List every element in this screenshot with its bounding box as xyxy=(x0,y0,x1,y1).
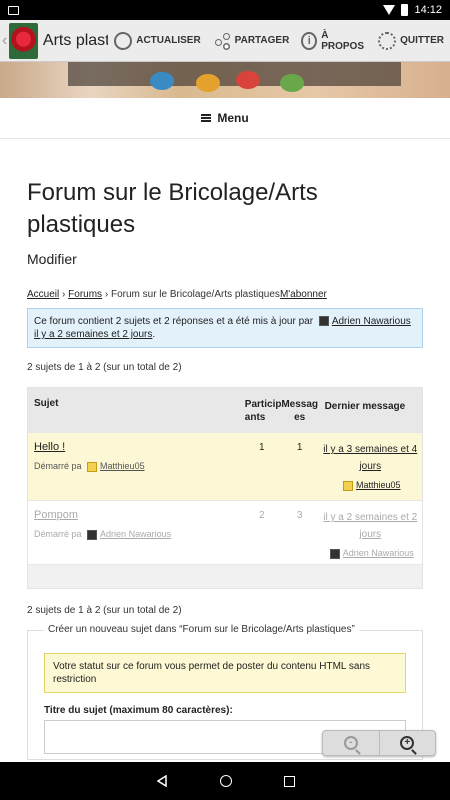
last-post-author-link[interactable]: Adrien Nawarious xyxy=(343,548,414,558)
edit-link[interactable]: Modifier xyxy=(27,251,423,267)
menu-toggle[interactable]: Menu xyxy=(0,98,450,139)
breadcrumb-current: Forum sur le Bricolage/Arts plastiques xyxy=(110,289,280,300)
table-row: Pompom Démarré pa Adrien Nawarious 2 3 i… xyxy=(28,500,422,564)
topic-count: 2 sujets de 1 à 2 (sur un total de 2) xyxy=(27,362,182,373)
subscribe-link[interactable]: M'abonner xyxy=(280,289,327,300)
header-banner-image xyxy=(0,62,450,98)
back-icon[interactable] xyxy=(156,775,168,787)
html-permission-notice: Votre statut sur ce forum vous permet de… xyxy=(44,653,406,693)
power-icon xyxy=(378,31,397,50)
share-icon xyxy=(213,32,231,50)
info-icon xyxy=(301,31,318,50)
breadcrumb-home[interactable]: Accueil xyxy=(27,289,59,300)
last-post-author-link[interactable]: Matthieu05 xyxy=(356,480,401,490)
avatar xyxy=(87,529,98,540)
table-row: Hello ! Démarré pa Matthieu05 1 1 il y a… xyxy=(28,432,422,500)
topic-link[interactable]: Pompom xyxy=(34,509,78,521)
refresh-button[interactable]: ACTUALISER xyxy=(108,20,206,62)
avatar xyxy=(87,461,98,472)
gallery-notification-icon xyxy=(8,5,19,15)
participant-count: 2 xyxy=(259,510,265,521)
last-update-link[interactable]: il y a 2 semaines et 2 jours xyxy=(34,329,152,340)
zoom-controls: - + xyxy=(322,730,436,756)
form-legend: Créer un nouveau sujet dans “Forum sur l… xyxy=(44,624,359,635)
topic-title-label: Titre du sujet (maximum 80 caractères): xyxy=(44,705,233,716)
last-post-link[interactable]: il y a 3 semaines et 4 jours xyxy=(323,444,417,472)
avatar xyxy=(342,480,353,491)
app-logo xyxy=(8,22,38,59)
last-post-link[interactable]: il y a 2 semaines et 2 jours xyxy=(323,512,417,540)
forum-info-notice: Ce forum contient 2 sujets et 2 réponses… xyxy=(27,308,423,348)
topics-table: Sujet Particip ants Messag es Dernier me… xyxy=(27,387,423,589)
breadcrumb: Accueil › Forums › Forum sur le Bricolag… xyxy=(27,289,327,300)
back-chevron-icon[interactable]: ‹ xyxy=(0,32,9,50)
home-icon[interactable] xyxy=(219,775,232,787)
hamburger-icon xyxy=(201,114,212,122)
zoom-out-button[interactable]: - xyxy=(323,731,379,755)
refresh-icon xyxy=(114,31,133,50)
last-author-link[interactable]: Adrien Nawarious xyxy=(332,316,411,327)
about-button[interactable]: À PROPOS xyxy=(295,20,372,62)
main-content: Forum sur le Bricolage/Arts plastiques M… xyxy=(27,139,423,760)
author-link[interactable]: Adrien Nawarious xyxy=(100,529,171,539)
zoom-in-icon: + xyxy=(400,736,415,750)
participant-count: 1 xyxy=(259,442,265,453)
recent-apps-icon[interactable] xyxy=(283,775,295,787)
avatar xyxy=(329,548,340,559)
wifi-icon xyxy=(383,5,396,15)
zoom-out-icon: - xyxy=(343,736,358,750)
app-title: Arts plastiq.. xyxy=(42,31,109,49)
breadcrumb-forums[interactable]: Forums xyxy=(68,289,102,300)
status-bar: 14:12 xyxy=(0,0,450,20)
zoom-in-button[interactable]: + xyxy=(378,731,436,755)
topic-count-bottom: 2 sujets de 1 à 2 (sur un total de 2) xyxy=(27,605,182,616)
table-footer xyxy=(28,564,422,588)
avatar xyxy=(318,316,329,327)
message-count: 1 xyxy=(296,442,303,453)
topic-link[interactable]: Hello ! xyxy=(34,441,65,453)
author-link[interactable]: Matthieu05 xyxy=(100,461,145,471)
battery-icon xyxy=(401,4,409,16)
clock: 14:12 xyxy=(414,4,442,16)
app-toolbar: ‹ Arts plastiq.. ACTUALISER PARTAGER À P… xyxy=(0,20,450,62)
page-title: Forum sur le Bricolage/Arts plastiques xyxy=(27,179,318,238)
message-count: 3 xyxy=(296,510,303,521)
quit-button[interactable]: QUITTER xyxy=(372,20,450,62)
table-header: Sujet Particip ants Messag es Dernier me… xyxy=(28,388,422,432)
system-nav-bar xyxy=(0,762,450,800)
menu-label: Menu xyxy=(217,111,249,125)
share-button[interactable]: PARTAGER xyxy=(207,20,296,62)
